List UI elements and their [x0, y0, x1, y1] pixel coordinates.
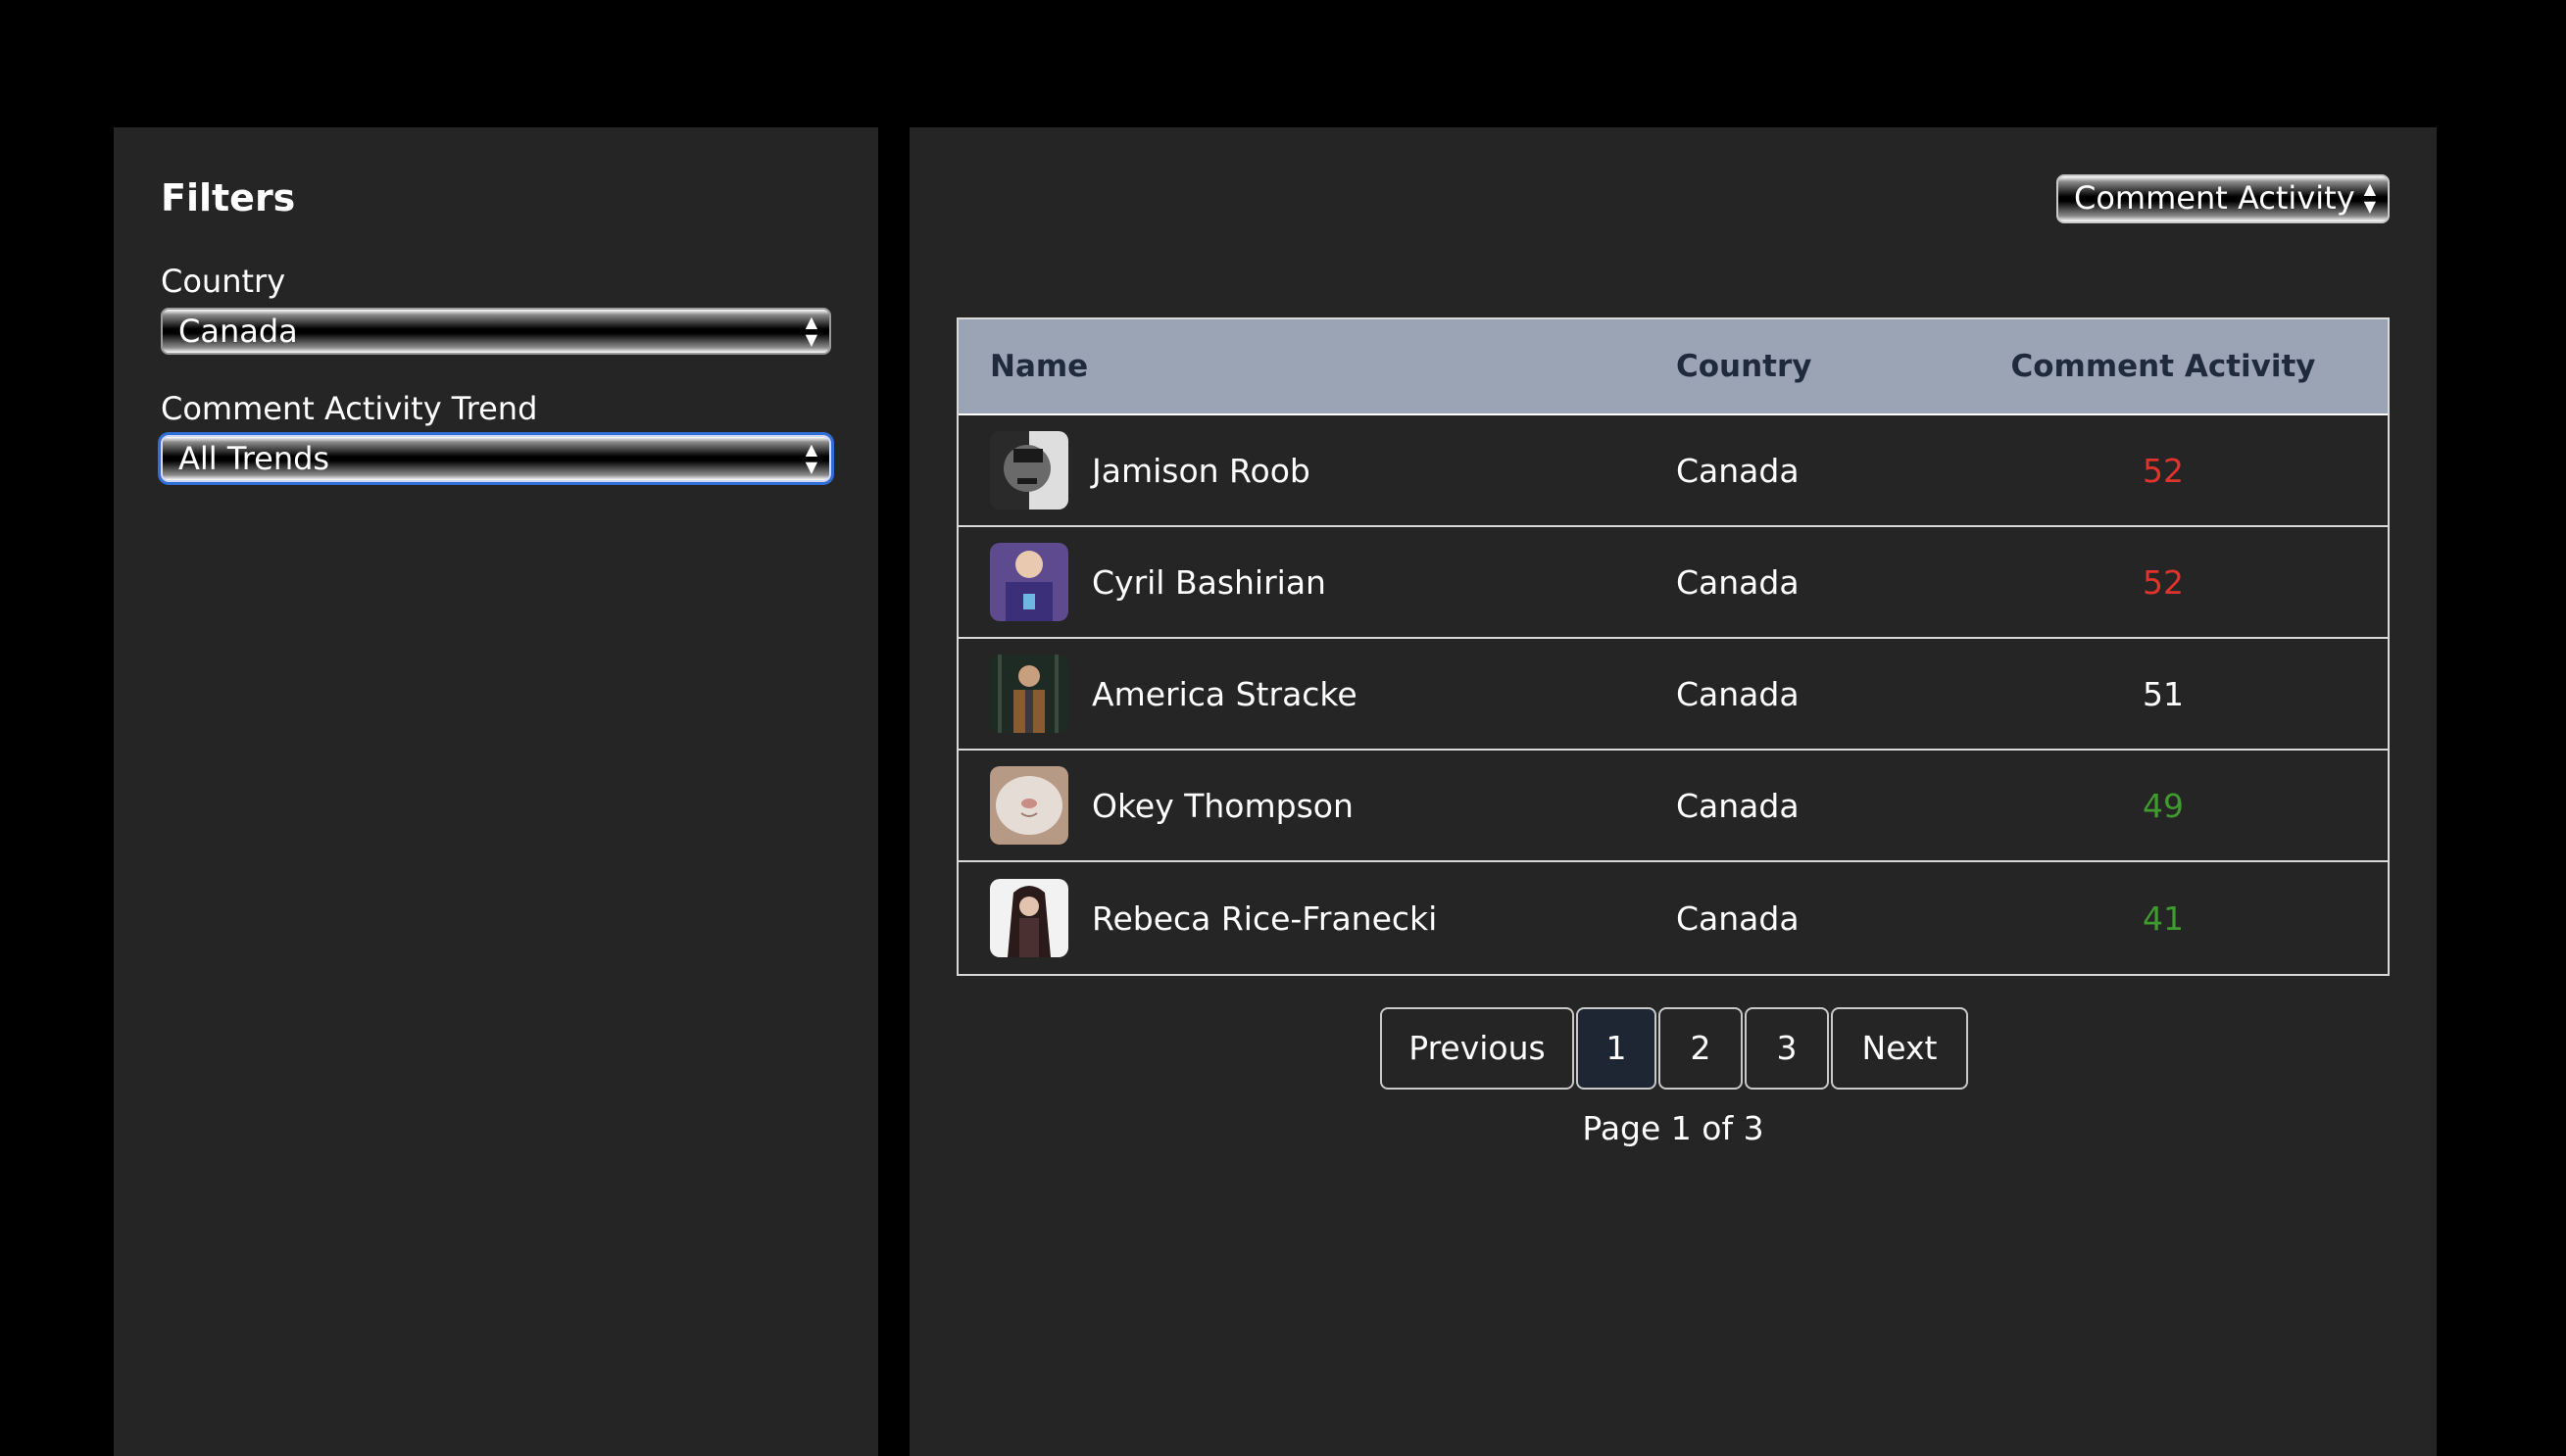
- avatar: [990, 543, 1068, 621]
- table-row[interactable]: Cyril Bashirian Canada 52: [959, 527, 2388, 639]
- country-select[interactable]: Canada ▲ ▼: [161, 308, 831, 355]
- avatar: [990, 879, 1068, 957]
- trend-select[interactable]: All Trends ▲ ▼: [161, 435, 831, 482]
- pagination: Previous 1 2 3 Next: [1380, 1007, 1970, 1090]
- next-button[interactable]: Next: [1831, 1007, 1968, 1090]
- row-country: Canada: [1676, 674, 1800, 713]
- table-row[interactable]: Rebeca Rice-Franecki Canada 41: [959, 862, 2388, 974]
- page-info: Page 1 of 3: [1582, 1109, 1764, 1147]
- row-country: Canada: [1676, 451, 1800, 490]
- trend-label: Comment Activity Trend: [161, 390, 538, 427]
- previous-button[interactable]: Previous: [1380, 1007, 1574, 1090]
- main-panel: Comment Activity ▲ ▼ Name Country Comment…: [910, 127, 2437, 1456]
- country-label: Country: [161, 263, 286, 300]
- table-row[interactable]: America Stracke Canada 51: [959, 639, 2388, 751]
- page-1-button[interactable]: 1: [1576, 1007, 1656, 1090]
- row-country: Canada: [1676, 562, 1800, 602]
- table-row[interactable]: Okey Thompson Canada 49: [959, 751, 2388, 862]
- row-activity: 49: [2143, 786, 2184, 825]
- filters-title: Filters: [161, 176, 296, 219]
- table-header: Name Country Comment Activity: [959, 319, 2388, 415]
- row-country: Canada: [1676, 786, 1800, 825]
- sort-select-value: Comment Activity: [2074, 179, 2355, 217]
- row-name: Jamison Roob: [1092, 451, 1310, 490]
- select-arrows-icon: ▲ ▼: [2363, 179, 2376, 216]
- page-3-button[interactable]: 3: [1745, 1007, 1829, 1090]
- trend-select-value: All Trends: [178, 440, 330, 477]
- header-activity[interactable]: Comment Activity: [1939, 349, 2388, 384]
- row-activity: 52: [2143, 562, 2184, 602]
- row-name: Cyril Bashirian: [1092, 562, 1326, 602]
- avatar: [990, 766, 1068, 845]
- row-country: Canada: [1676, 898, 1800, 938]
- country-select-value: Canada: [178, 313, 298, 350]
- select-arrows-icon: ▲ ▼: [805, 313, 817, 349]
- row-activity: 51: [2143, 674, 2184, 713]
- row-activity: 41: [2143, 898, 2184, 938]
- row-name: Okey Thompson: [1092, 786, 1354, 825]
- page-2-button[interactable]: 2: [1658, 1007, 1743, 1090]
- sort-select[interactable]: Comment Activity ▲ ▼: [2056, 174, 2390, 223]
- select-arrows-icon: ▲ ▼: [805, 440, 817, 476]
- users-table: Name Country Comment Activity Jamison Ro…: [957, 317, 2390, 976]
- table-row[interactable]: Jamison Roob Canada 52: [959, 415, 2388, 527]
- header-country[interactable]: Country: [1645, 349, 1939, 384]
- avatar: [990, 431, 1068, 510]
- row-name: Rebeca Rice-Franecki: [1092, 898, 1438, 938]
- avatar: [990, 655, 1068, 733]
- row-name: America Stracke: [1092, 674, 1357, 713]
- filters-sidebar: Filters Country Canada ▲ ▼ Comment Activi…: [114, 127, 878, 1456]
- header-name[interactable]: Name: [959, 349, 1645, 384]
- row-activity: 52: [2143, 451, 2184, 490]
